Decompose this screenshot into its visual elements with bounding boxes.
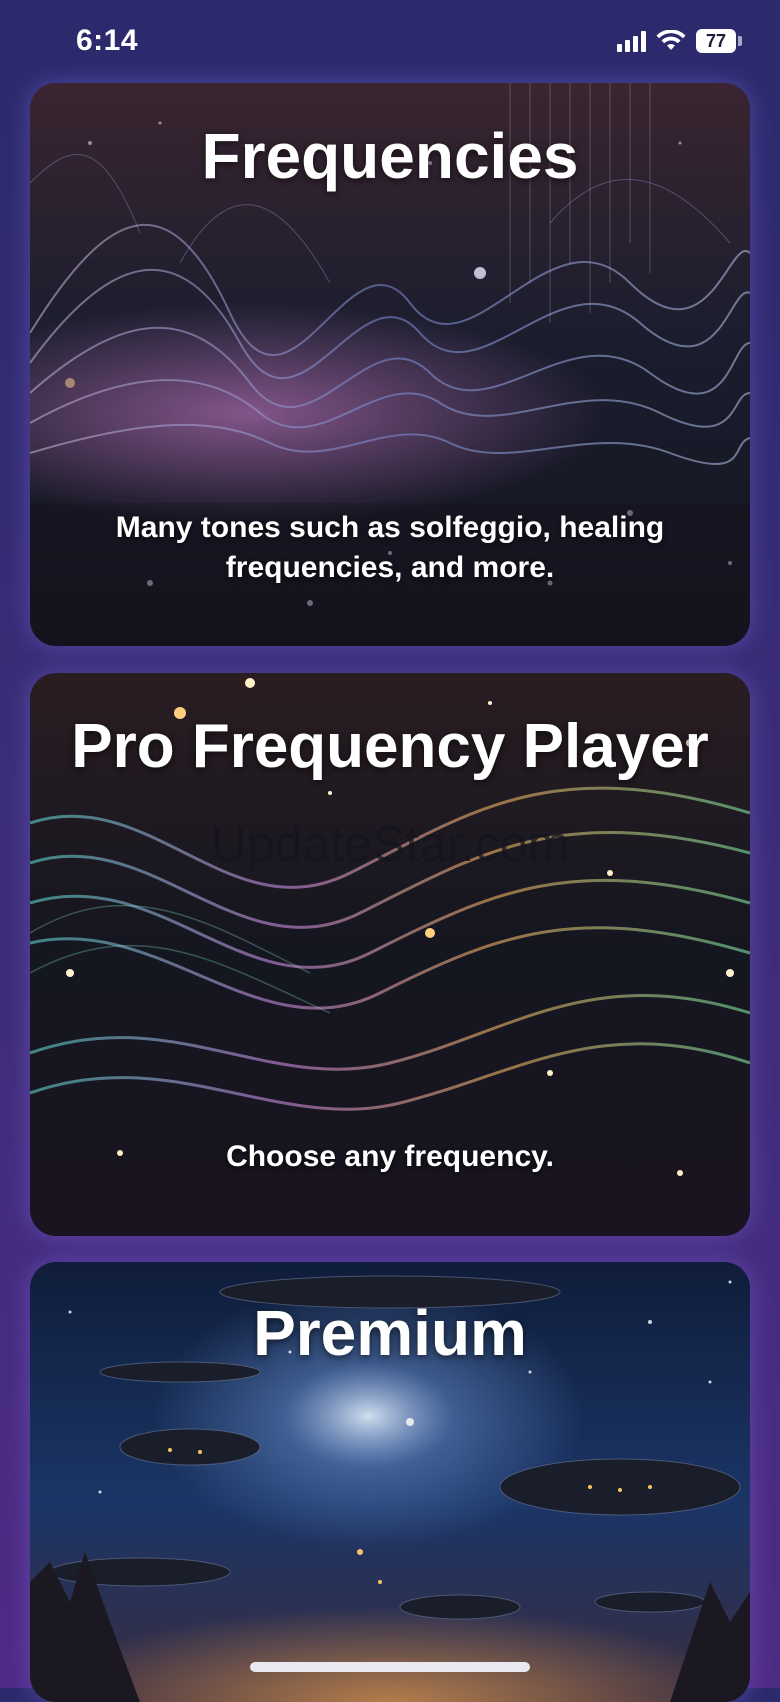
battery-level: 77	[696, 29, 736, 53]
pro-frequency-player-subtitle: Choose any frequency.	[226, 1140, 554, 1173]
status-bar: 6:14 77	[0, 0, 780, 80]
pro-frequency-player-title: Pro Frequency Player	[71, 712, 709, 781]
premium-card[interactable]: Premium	[30, 1262, 750, 1702]
home-indicator[interactable]	[250, 1662, 530, 1672]
battery-icon: 77	[696, 28, 742, 54]
frequencies-title: Frequencies	[201, 120, 579, 192]
watermark: UpdateStar.com	[210, 816, 570, 872]
pro-frequency-player-card[interactable]: Pro Frequency Player UpdateStar.com Choo…	[30, 673, 750, 1236]
status-time: 6:14	[76, 24, 139, 57]
premium-title: Premium	[253, 1297, 527, 1369]
frequencies-subtitle: Many tones such as solfeggio, healing fr…	[115, 511, 665, 584]
status-icons: 77	[617, 28, 742, 54]
signal-icon	[617, 30, 646, 52]
wifi-icon	[656, 30, 686, 52]
frequencies-card[interactable]: Frequencies Many tones such as solfeggio…	[30, 83, 750, 646]
